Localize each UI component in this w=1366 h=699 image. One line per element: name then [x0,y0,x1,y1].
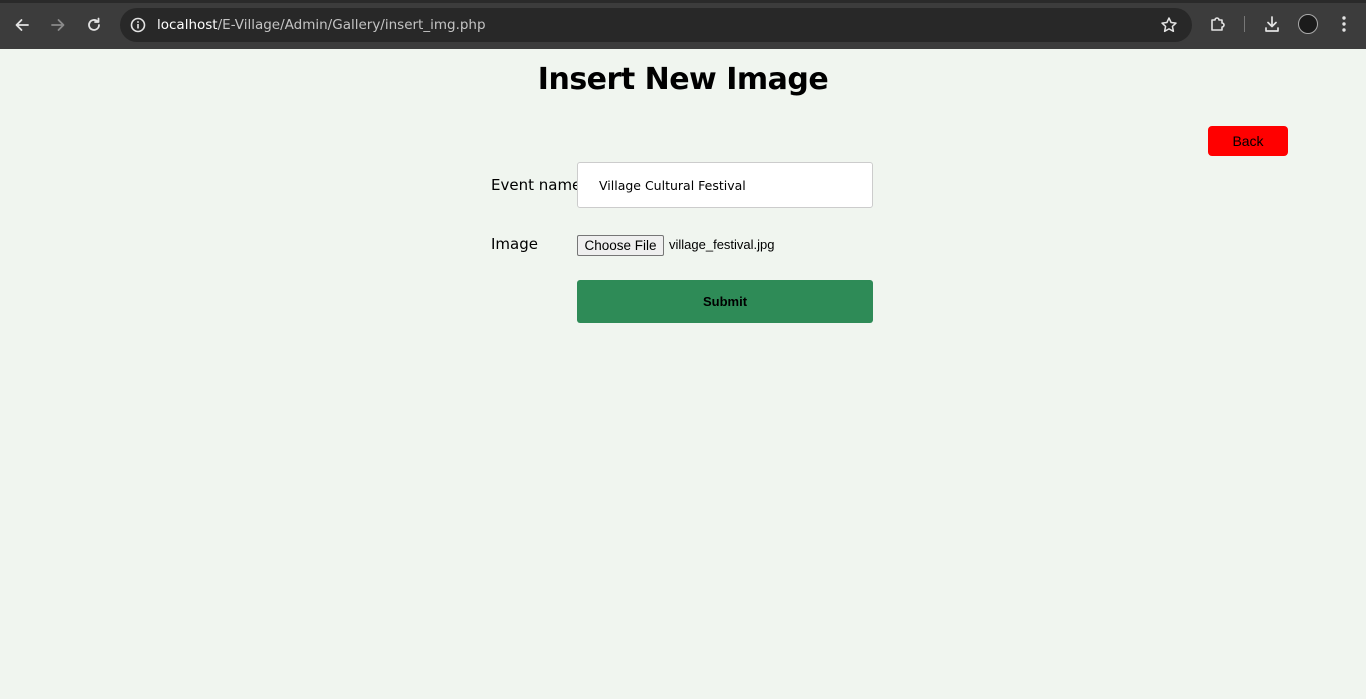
url-path: /E-Village/Admin/Gallery/insert_img.php [217,17,486,33]
info-icon[interactable] [128,15,148,35]
puzzle-icon[interactable] [1207,13,1229,35]
event-name-value: Village Cultural Festival [599,177,746,193]
star-icon[interactable] [1160,16,1178,34]
event-name-input[interactable]: Village Cultural Festival [577,162,873,208]
url-text[interactable]: localhost/E-Village/Admin/Gallery/insert… [157,17,486,33]
browser-toolbar: localhost/E-Village/Admin/Gallery/insert… [0,0,1366,49]
kebab-menu-icon[interactable] [1333,13,1355,35]
submit-button[interactable]: Submit [577,280,873,323]
tab-strip-edge [0,0,1366,3]
back-arrow-icon[interactable] [9,12,35,38]
address-bar[interactable]: localhost/E-Village/Admin/Gallery/insert… [120,8,1192,42]
url-host: localhost [157,17,218,33]
selected-file-name: village_festival.jpg [669,237,775,252]
download-icon[interactable] [1261,13,1283,35]
back-button[interactable]: Back [1208,126,1288,156]
avatar[interactable] [1298,14,1318,34]
reload-icon[interactable] [81,12,107,38]
toolbar-separator [1244,16,1245,32]
page-title: Insert New Image [537,62,829,97]
event-name-label: Event name [491,176,582,194]
forward-arrow-icon[interactable] [45,12,71,38]
choose-file-button[interactable]: Choose File [577,235,664,256]
image-label: Image [491,235,538,253]
